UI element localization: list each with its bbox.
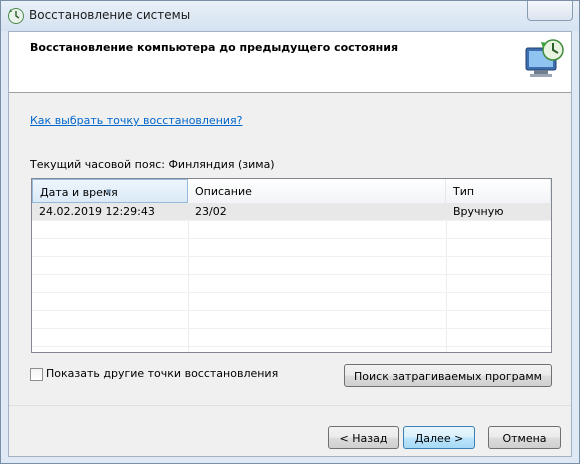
column-header-date[interactable]: Дата и время ▼ — [32, 179, 188, 203]
empty-row — [32, 239, 551, 257]
system-restore-window: Восстановление системы Восстановление ко… — [0, 0, 580, 464]
timezone-label: Текущий часовой пояс: Финляндия (зима) — [30, 158, 275, 171]
list-header: Дата и время ▼ Описание Тип — [32, 179, 551, 204]
column-header-type-label: Тип — [453, 185, 475, 198]
empty-row — [32, 311, 551, 329]
close-button[interactable] — [527, 1, 573, 21]
help-link[interactable]: Как выбрать точку восстановления? — [30, 114, 243, 127]
dialog-client-area: Восстановление компьютера до предыдущего… — [8, 31, 572, 457]
window-title: Восстановление системы — [29, 8, 191, 22]
cell-description: 23/02 — [195, 205, 227, 218]
show-more-checkbox[interactable] — [30, 368, 43, 381]
column-header-description[interactable]: Описание — [188, 179, 446, 203]
cell-type: Вручную — [453, 205, 504, 218]
column-header-type[interactable]: Тип — [446, 179, 551, 203]
show-more-label[interactable]: Показать другие точки восстановления — [46, 367, 278, 380]
empty-row — [32, 293, 551, 311]
table-row[interactable]: 24.02.2019 12:29:43 23/02 Вручную — [32, 203, 551, 221]
search-affected-programs-button[interactable]: Поиск затрагиваемых программ — [344, 364, 552, 387]
empty-row — [32, 257, 551, 275]
system-restore-icon — [8, 8, 24, 24]
column-header-description-label: Описание — [195, 185, 252, 198]
system-restore-large-icon — [525, 39, 564, 77]
empty-row — [32, 329, 551, 347]
next-button[interactable]: Далее > — [403, 426, 475, 449]
empty-row — [32, 221, 551, 239]
restore-points-list[interactable]: Дата и время ▼ Описание Тип 24.02.2019 1… — [31, 178, 552, 353]
sort-arrow-icon: ▼ — [106, 188, 112, 196]
title-bar[interactable]: Восстановление системы — [1, 1, 579, 31]
cell-date: 24.02.2019 12:29:43 — [39, 205, 155, 218]
cancel-button[interactable]: Отмена — [488, 426, 561, 449]
back-button[interactable]: < Назад — [328, 426, 399, 449]
footer-divider — [9, 405, 571, 406]
empty-row — [32, 275, 551, 293]
header-pane: Восстановление компьютера до предыдущего… — [9, 32, 571, 93]
page-title: Восстановление компьютера до предыдущего… — [30, 41, 399, 54]
